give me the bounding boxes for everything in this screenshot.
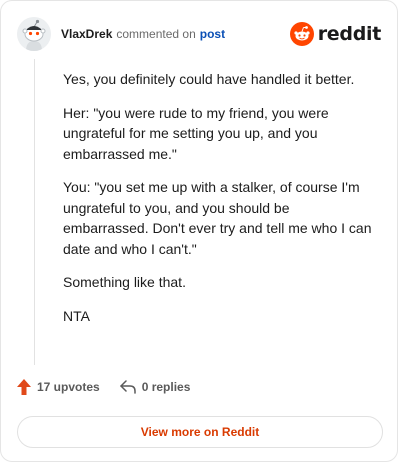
brand-wordmark: reddit (317, 23, 382, 45)
comment-paragraph: NTA (63, 307, 90, 324)
upvote-arrow-icon (17, 379, 31, 395)
thread-line (34, 59, 35, 365)
comment-body: Yes, you definitely could have handled i… (63, 69, 375, 339)
comment-header: VlaxDrek commented on post reddit (17, 17, 381, 51)
comment-paragraph: Yes, you definitely could have handled i… (63, 71, 355, 87)
comment-paragraph: Her: "you were rude to my friend, you we… (63, 104, 329, 162)
reply-count: 0 replies (141, 380, 191, 394)
upvote-button[interactable]: 17 upvotes (17, 379, 100, 395)
reddit-brand[interactable]: reddit (289, 22, 382, 46)
username[interactable]: VlaxDrek (61, 27, 112, 41)
upvote-count: 17 upvotes (37, 380, 100, 394)
post-link[interactable]: post (200, 27, 225, 41)
view-more-on-reddit-button[interactable]: View more on Reddit (17, 416, 383, 448)
snoo-avatar-icon (17, 17, 51, 51)
comment-paragraph: Something like that. (63, 274, 186, 290)
user-avatar[interactable] (17, 17, 51, 51)
action-text: commented on (116, 27, 196, 41)
replies-button[interactable]: 0 replies (119, 380, 191, 394)
comment-byline: VlaxDrek commented on post (61, 27, 225, 41)
reddit-logo-icon (289, 22, 314, 46)
reply-arrow-icon (119, 380, 136, 394)
comment-embed-card: VlaxDrek commented on post reddit Yes, y… (0, 0, 398, 462)
comment-paragraph: You: "you set me up with a stalker, of c… (63, 179, 372, 257)
comment-footer: 17 upvotes 0 replies (17, 379, 190, 395)
